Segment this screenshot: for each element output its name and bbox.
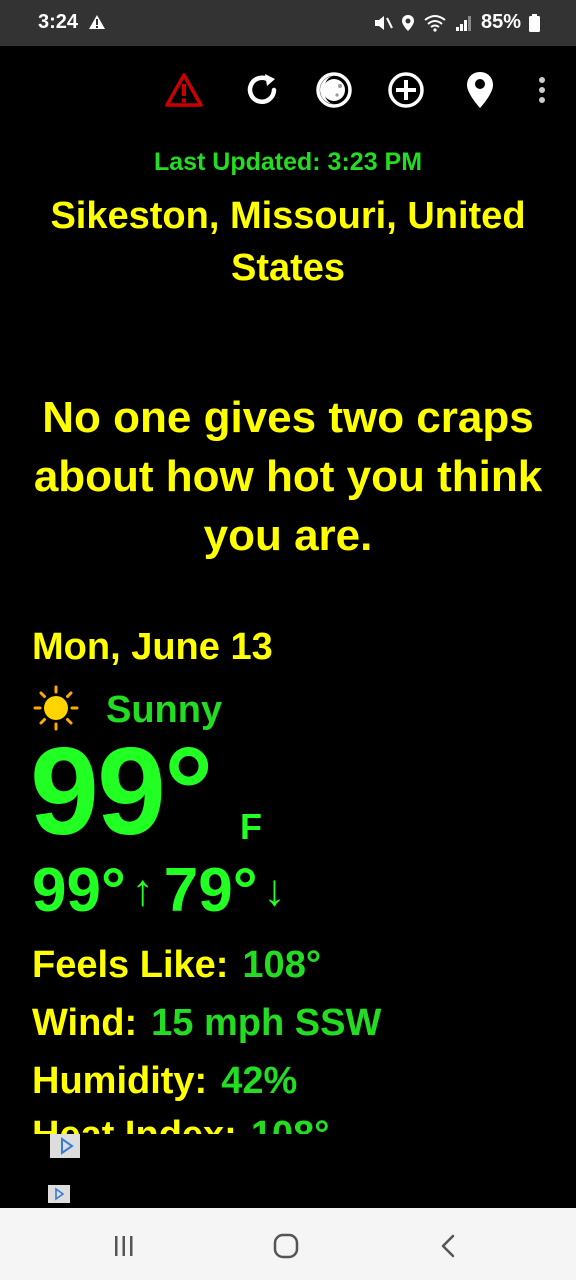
status-bar: 3:24 85% — [0, 0, 576, 46]
home-icon[interactable] — [266, 1230, 306, 1262]
refresh-icon[interactable] — [242, 70, 282, 110]
status-time: 3:24 — [38, 11, 79, 33]
low-temperature: 79° — [163, 856, 258, 925]
mute-icon — [373, 14, 393, 32]
detail-feels-like: Feels Like: 108° — [32, 944, 321, 987]
detail-wind: Wind: 15 mph SSW — [32, 1002, 381, 1045]
location-icon — [401, 14, 415, 32]
signal-icon — [455, 14, 473, 32]
wifi-icon — [423, 14, 447, 32]
detail-label: Wind: — [32, 1002, 138, 1044]
navigation-bar — [0, 1208, 576, 1280]
battery-level: 85% — [480, 11, 521, 33]
forecast-date: Mon, June 13 — [32, 626, 273, 668]
moon-phase-icon[interactable] — [314, 70, 354, 110]
toolbar — [0, 60, 576, 120]
recent-apps-icon[interactable] — [104, 1230, 144, 1262]
high-temperature: 99° — [32, 856, 126, 925]
battery-icon — [529, 13, 540, 32]
detail-value: 42% — [221, 1060, 298, 1102]
detail-heat-index: Heat Index: 108° — [32, 1114, 329, 1134]
detail-value: 108° — [251, 1114, 330, 1134]
detail-humidity: Humidity: 42% — [32, 1060, 297, 1103]
detail-value: 108° — [242, 944, 322, 986]
location-pin-icon[interactable] — [460, 70, 500, 110]
back-icon[interactable] — [428, 1230, 468, 1262]
more-options-icon[interactable] — [524, 70, 560, 110]
status-icons: 85% — [373, 11, 540, 34]
high-low-row: 99° ↑ 79° ↓ — [32, 856, 296, 926]
current-temperature: 99° — [30, 723, 214, 861]
scroll-clip[interactable]: Heat Index: 108° — [0, 1114, 576, 1134]
last-updated: Last Updated: 3:23 PM — [153, 148, 423, 176]
weather-quote: No one gives two craps about how hot you… — [33, 393, 543, 560]
down-arrow-icon: ↓ — [263, 866, 286, 915]
detail-label: Humidity: — [32, 1060, 208, 1102]
detail-value: 15 mph SSW — [151, 1002, 382, 1044]
temperature-unit: F — [240, 806, 262, 847]
up-arrow-icon: ↑ — [131, 866, 154, 915]
warning-icon — [88, 13, 106, 36]
alert-icon[interactable] — [164, 70, 204, 110]
add-location-icon[interactable] — [386, 70, 426, 110]
ad-choices-icon[interactable] — [48, 1185, 70, 1203]
detail-label: Feels Like: — [32, 944, 229, 986]
location-title: Sikeston, Missouri, United States — [50, 195, 526, 289]
detail-label: Heat Index: — [32, 1114, 237, 1134]
ad-choices-icon[interactable] — [50, 1134, 80, 1158]
